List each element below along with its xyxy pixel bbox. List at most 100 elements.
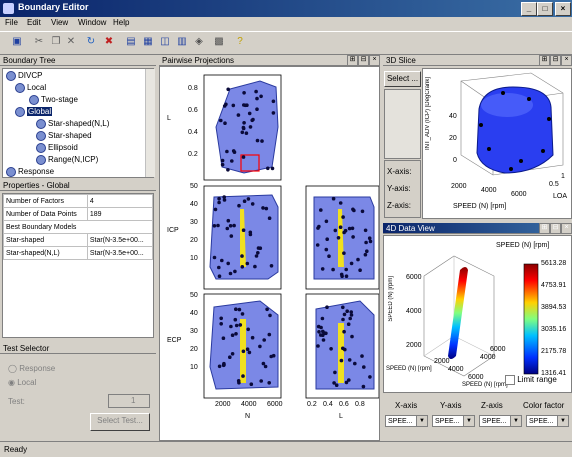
data-point: [231, 103, 236, 108]
split-icon[interactable]: ⊟: [550, 55, 561, 66]
menu-file[interactable]: File: [5, 18, 18, 27]
tree-item-local[interactable]: Local: [15, 83, 46, 93]
test-spinner[interactable]: 1: [108, 394, 150, 408]
data-point: [248, 232, 253, 237]
data-point: [246, 197, 251, 201]
cube-icon[interactable]: ◈: [192, 35, 206, 49]
chevron-down-icon: ▼: [510, 416, 521, 426]
cut-icon[interactable]: ✂: [32, 35, 46, 49]
tree-item-divcp[interactable]: DIVCP: [6, 71, 42, 81]
data-point: [268, 313, 272, 318]
xtick: 6000: [468, 374, 484, 381]
print-icon[interactable]: ▩: [212, 35, 226, 49]
chart-icon[interactable]: ▥: [175, 35, 189, 49]
menu-view[interactable]: View: [51, 18, 68, 27]
split-icon[interactable]: ⊟: [550, 223, 561, 234]
boundary-shape-ICP-L: [313, 196, 375, 280]
data-point: [256, 246, 261, 250]
ytick: 4000: [480, 354, 496, 361]
data-point: [255, 107, 259, 111]
data-point: [324, 247, 329, 252]
select-test-button[interactable]: Select Test...: [90, 413, 150, 431]
limit-range-checkbox[interactable]: Limit range: [505, 375, 557, 385]
data-point: [254, 89, 258, 94]
tree-item-global[interactable]: Global: [15, 107, 53, 117]
data-point: [344, 380, 349, 385]
ztick: 6000: [406, 274, 422, 281]
select-button[interactable]: Select ...: [384, 71, 421, 87]
xtick: 4000: [241, 401, 257, 408]
tree-item-star-shaped[interactable]: Star-shaped: [36, 131, 92, 141]
tree-item-range[interactable]: Range(N,ICP): [36, 155, 98, 165]
data4d-plot: SPEED (N) [rpm] 5613.28 4753.91 3894.53 …: [383, 235, 572, 393]
y-axis-select[interactable]: SPEE... ▼: [432, 415, 475, 427]
data-point: [363, 228, 368, 233]
x-axis-select[interactable]: SPEE... ▼: [385, 415, 428, 427]
split-icon[interactable]: ⊟: [358, 55, 369, 66]
data-point: [220, 258, 224, 263]
menu-help[interactable]: Help: [113, 18, 129, 27]
data-point: [242, 91, 246, 95]
close-icon[interactable]: ×: [369, 55, 380, 66]
slice-grid[interactable]: [384, 89, 421, 159]
ytick: 30: [190, 219, 198, 226]
data-point: [256, 251, 260, 255]
layout-icon[interactable]: ▤: [124, 35, 138, 49]
xtick: 0.8: [355, 401, 365, 408]
data-point: [367, 236, 372, 240]
data-point: [329, 347, 333, 351]
data-point: [240, 312, 245, 316]
undock-icon[interactable]: ⊞: [539, 55, 550, 66]
close-icon[interactable]: ×: [561, 223, 572, 234]
tree-item-star-shaped-nl[interactable]: Star-shaped(N,L): [36, 119, 109, 129]
colorbar: [523, 263, 539, 375]
data-point: [358, 268, 362, 272]
remove-icon[interactable]: ✖: [102, 35, 116, 49]
data-point: [353, 361, 357, 366]
ytick: 0.6: [188, 107, 198, 114]
xtick: 6000: [511, 191, 527, 198]
copy-icon[interactable]: ❐: [49, 35, 63, 49]
help-icon[interactable]: ?: [233, 35, 247, 49]
refresh-icon[interactable]: ↻: [84, 35, 98, 49]
data-point: [341, 215, 345, 219]
data-point: [325, 305, 329, 309]
table-icon[interactable]: ▦: [141, 35, 155, 49]
maximize-button[interactable]: □: [537, 2, 553, 16]
cbtick: 3894.53: [541, 304, 567, 311]
split-icon[interactable]: ◫: [158, 35, 172, 49]
tree-item-two-stage[interactable]: Two-stage: [29, 95, 78, 105]
menu-edit[interactable]: Edit: [27, 18, 41, 27]
tree-item-ellipsoid[interactable]: Ellipsoid: [36, 143, 78, 153]
tree-item-response[interactable]: Response: [6, 167, 54, 177]
response-radio[interactable]: ◯ Response: [8, 364, 55, 373]
undock-icon[interactable]: ⊞: [539, 223, 550, 234]
color-factor-combo-label: Color factor: [523, 401, 565, 410]
data-point: [212, 224, 217, 228]
undock-icon[interactable]: ⊞: [347, 55, 358, 66]
new-icon[interactable]: ▣: [10, 35, 24, 49]
close-button[interactable]: ×: [555, 2, 571, 16]
ytick: 0.8: [188, 85, 198, 92]
data-point: [219, 118, 223, 123]
boundary-icon: [36, 131, 46, 141]
data-point: [360, 209, 365, 214]
ztick: 40: [449, 113, 457, 120]
menu-window[interactable]: Window: [78, 18, 106, 27]
delete-icon[interactable]: ✕: [64, 35, 78, 49]
z-axis-select[interactable]: SPEE... ▼: [479, 415, 522, 427]
data-point: [269, 264, 274, 268]
window-title: Boundary Editor: [18, 2, 89, 12]
minimize-button[interactable]: _: [521, 2, 537, 16]
ztick: 20: [449, 135, 457, 142]
data-point: [241, 125, 246, 130]
chevron-down-icon: ▼: [557, 416, 568, 426]
data-point: [219, 316, 223, 321]
tree-scrollbar[interactable]: [145, 69, 155, 177]
local-radio[interactable]: ◉ Local: [8, 378, 36, 387]
color-factor-select[interactable]: SPEE... ▼: [526, 415, 569, 427]
data-point: [240, 130, 245, 135]
close-icon[interactable]: ×: [561, 55, 572, 66]
ztick: 0: [453, 157, 457, 164]
data-point: [213, 207, 218, 212]
